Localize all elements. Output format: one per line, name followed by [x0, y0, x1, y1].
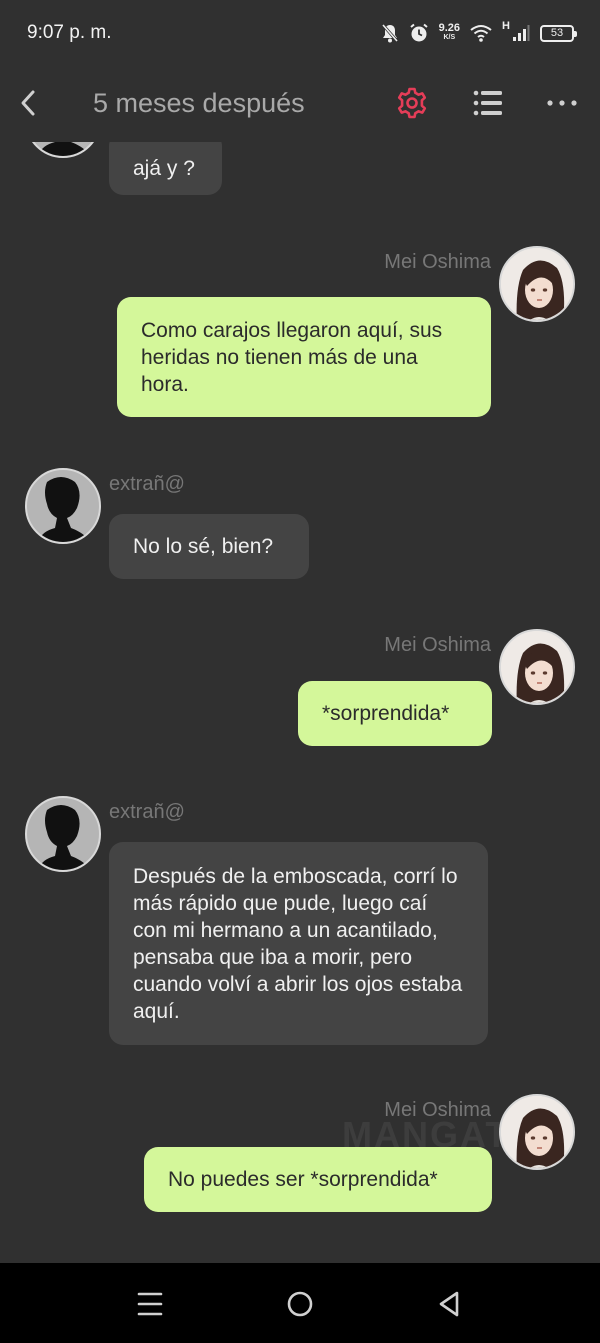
battery-level: 53	[550, 27, 564, 39]
chevron-left-icon	[21, 90, 35, 116]
silhouette-icon	[37, 805, 91, 870]
chat-messages[interactable]: ajá y ? Mei Oshima Como carajos llegaron…	[0, 142, 600, 1263]
message-bubble-incoming[interactable]: ajá y ?	[109, 142, 222, 195]
sender-name: Mei Oshima	[384, 1099, 491, 1121]
message-text: No lo sé, bien?	[133, 535, 274, 558]
message-text: ajá y ?	[133, 157, 195, 180]
menu-icon	[137, 1292, 163, 1316]
message-text: Después de la emboscada, corrí lo más rá…	[133, 864, 463, 1023]
anime-girl-avatar-icon	[501, 1096, 573, 1168]
stranger-avatar[interactable]	[25, 142, 101, 158]
mei-avatar[interactable]	[499, 629, 575, 705]
speed-value: 9.26	[438, 22, 461, 34]
triangle-back-icon	[439, 1291, 459, 1317]
message-bubble-outgoing[interactable]: No puedes ser *sorprendida*	[144, 1147, 492, 1212]
list-icon	[473, 90, 502, 116]
back-button[interactable]	[14, 86, 42, 120]
message-text: No puedes ser *sorprendida*	[168, 1168, 438, 1191]
status-icons: 9.26 K/S H 53	[381, 20, 577, 46]
system-nav-bar	[0, 1263, 600, 1343]
more-dots-icon	[547, 100, 577, 106]
message-bubble-outgoing[interactable]: Como carajos llegaron aquí, sus heridas …	[117, 297, 491, 417]
status-time: 9:07 p. m.	[27, 22, 112, 43]
message-bubble-incoming[interactable]: Después de la emboscada, corrí lo más rá…	[109, 842, 488, 1045]
silhouette-icon	[37, 477, 91, 542]
battery-icon: 53	[540, 24, 577, 42]
system-back-button[interactable]	[433, 1287, 467, 1321]
sender-name: Mei Oshima	[384, 251, 491, 273]
message-text: *sorprendida*	[322, 702, 450, 725]
speed-unit: K/S	[443, 34, 456, 41]
mei-avatar[interactable]	[499, 1094, 575, 1170]
status-bar: 9:07 p. m. 9.26 K/S H 53	[0, 0, 600, 66]
alarm-icon	[409, 23, 428, 42]
sender-name: Mei Oshima	[384, 634, 491, 656]
chat-title: 5 meses después	[93, 88, 305, 118]
settings-button[interactable]	[395, 86, 429, 120]
home-button[interactable]	[283, 1287, 317, 1321]
stranger-avatar[interactable]	[25, 468, 101, 544]
sender-name: extrañ@	[109, 801, 185, 823]
more-button[interactable]	[544, 88, 580, 118]
message-text: Como carajos llegaron aquí, sus heridas …	[141, 318, 443, 396]
chat-header: 5 meses después	[0, 66, 600, 142]
signal-icon	[513, 25, 530, 41]
sender-name: extrañ@	[109, 473, 185, 495]
gear-icon	[397, 87, 427, 119]
recent-apps-button[interactable]	[133, 1287, 167, 1321]
message-bubble-incoming[interactable]: No lo sé, bien?	[109, 514, 309, 579]
home-circle-icon	[287, 1291, 313, 1317]
muted-bell-icon	[381, 24, 398, 43]
network-type: H	[502, 20, 510, 32]
list-button[interactable]	[471, 86, 505, 120]
message-bubble-outgoing[interactable]: *sorprendida*	[298, 681, 492, 746]
stranger-avatar[interactable]	[25, 796, 101, 872]
anime-girl-avatar-icon	[501, 248, 573, 320]
anime-girl-avatar-icon	[501, 631, 573, 703]
silhouette-icon	[37, 142, 91, 156]
mei-avatar[interactable]	[499, 246, 575, 322]
network-speed: 9.26 K/S	[438, 22, 461, 42]
wifi-icon	[470, 25, 492, 42]
